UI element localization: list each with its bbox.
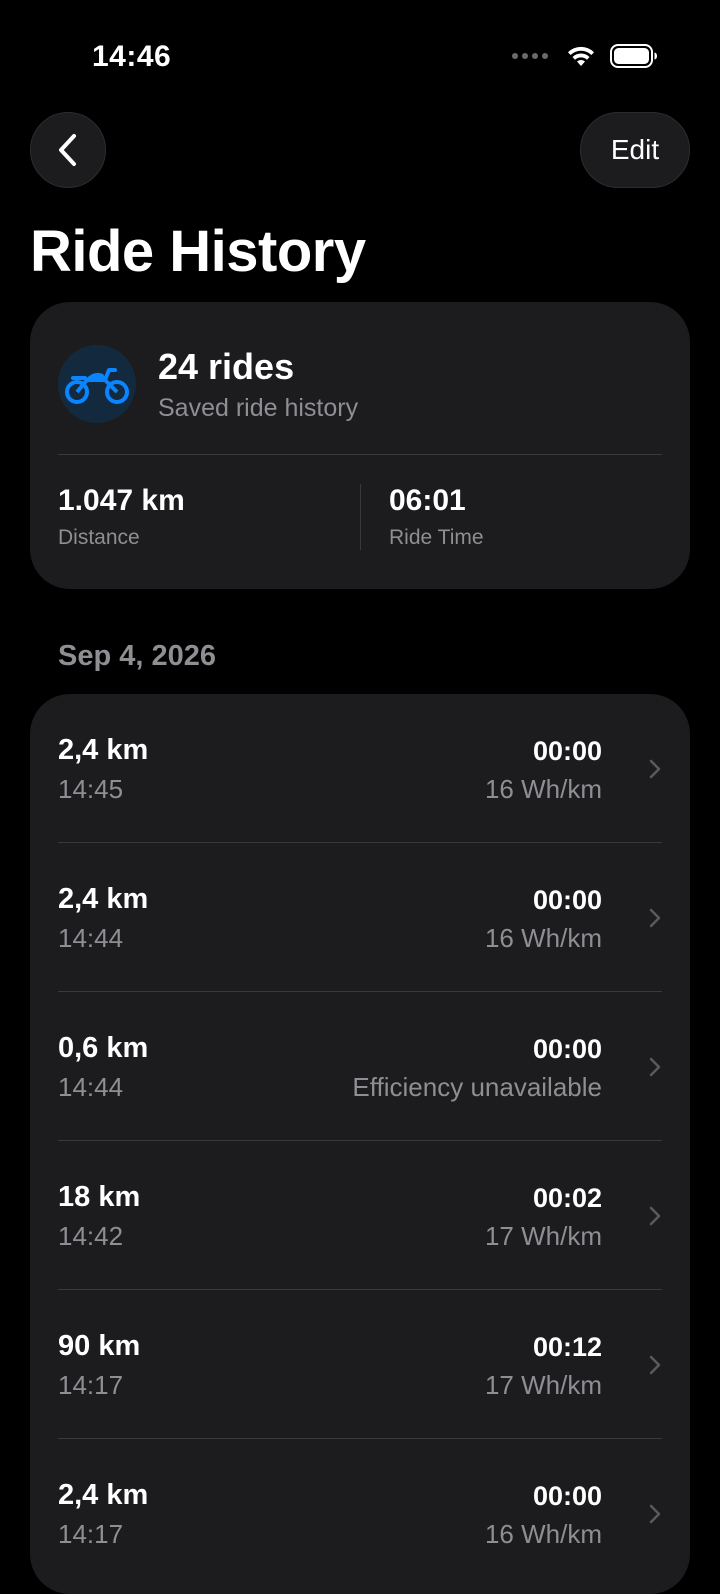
back-button[interactable] [30, 112, 106, 188]
ride-duration: 00:00 [532, 1034, 602, 1064]
ride-efficiency: 17 Wh/km [484, 1370, 602, 1400]
ride-time-value: 06:01 [389, 484, 466, 517]
ride-duration: 00:00 [532, 1481, 602, 1511]
section-date-header: Sep 4, 2026 [58, 640, 216, 672]
ride-row[interactable]: 2,4 km 14:17 00:00 16 Wh/km [30, 1439, 690, 1588]
battery-icon [610, 44, 657, 68]
motorcycle-icon [65, 368, 129, 404]
chevron-right-icon [649, 1206, 661, 1226]
ride-efficiency: Efficiency unavailable [352, 1072, 602, 1102]
chevron-right-icon [649, 759, 661, 779]
ride-duration: 00:02 [532, 1183, 602, 1213]
ride-count: 24 rides [158, 346, 295, 387]
chevron-right-icon [649, 1504, 661, 1524]
ride-row[interactable]: 2,4 km 14:44 00:00 16 Wh/km [30, 843, 690, 992]
ride-row[interactable]: 18 km 14:42 00:02 17 Wh/km [30, 1141, 690, 1290]
ride-start-time: 14:17 [58, 1370, 124, 1400]
divider [58, 454, 662, 455]
rides-list: 2,4 km 14:45 00:00 16 Wh/km 2,4 km 14:44… [30, 694, 690, 1594]
edit-button[interactable]: Edit [580, 112, 690, 188]
ride-distance: 2,4 km [58, 1479, 149, 1511]
ride-duration: 00:00 [532, 885, 602, 915]
status-time: 14:46 [92, 40, 172, 73]
ride-efficiency: 16 Wh/km [484, 923, 602, 953]
ride-start-time: 14:44 [58, 1072, 124, 1102]
ride-efficiency: 17 Wh/km [484, 1221, 602, 1251]
ride-distance: 0,6 km [58, 1032, 149, 1064]
ride-row[interactable]: 2,4 km 14:45 00:00 16 Wh/km [30, 694, 690, 843]
wifi-icon [568, 46, 594, 66]
ride-time-label: Ride Time [389, 526, 484, 549]
signal-dots-icon [512, 53, 548, 59]
ride-time-stat: 06:01 Ride Time [389, 484, 484, 550]
status-bar: 14:46 [0, 0, 720, 110]
ride-duration: 00:00 [532, 736, 602, 766]
ride-start-time: 14:45 [58, 774, 124, 804]
page-title: Ride History [30, 219, 366, 284]
ride-start-time: 14:44 [58, 923, 124, 953]
ride-start-time: 14:42 [58, 1221, 124, 1251]
ride-efficiency: 16 Wh/km [484, 1519, 602, 1549]
chevron-left-icon [59, 134, 76, 166]
ride-row[interactable]: 90 km 14:17 00:12 17 Wh/km [30, 1290, 690, 1439]
ride-distance: 90 km [58, 1330, 141, 1362]
ride-distance: 18 km [58, 1181, 141, 1213]
distance-label: Distance [58, 526, 140, 549]
motorcycle-icon-badge [58, 345, 136, 423]
ride-efficiency: 16 Wh/km [484, 774, 602, 804]
ride-distance: 2,4 km [58, 883, 149, 915]
chevron-right-icon [649, 1355, 661, 1375]
chevron-right-icon [649, 1057, 661, 1077]
ride-row[interactable]: 0,6 km 14:44 00:00 Efficiency unavailabl… [30, 992, 690, 1141]
status-icons [512, 44, 658, 68]
ride-count-subtitle: Saved ride history [158, 394, 359, 422]
ride-start-time: 14:17 [58, 1519, 124, 1549]
distance-stat: 1.047 km Distance [58, 484, 185, 550]
ride-duration: 00:12 [532, 1332, 602, 1362]
distance-value: 1.047 km [58, 484, 185, 517]
summary-card: 24 rides Saved ride history 1.047 km Dis… [30, 302, 690, 589]
chevron-right-icon [649, 908, 661, 928]
ride-distance: 2,4 km [58, 734, 149, 766]
stat-divider [360, 484, 361, 550]
